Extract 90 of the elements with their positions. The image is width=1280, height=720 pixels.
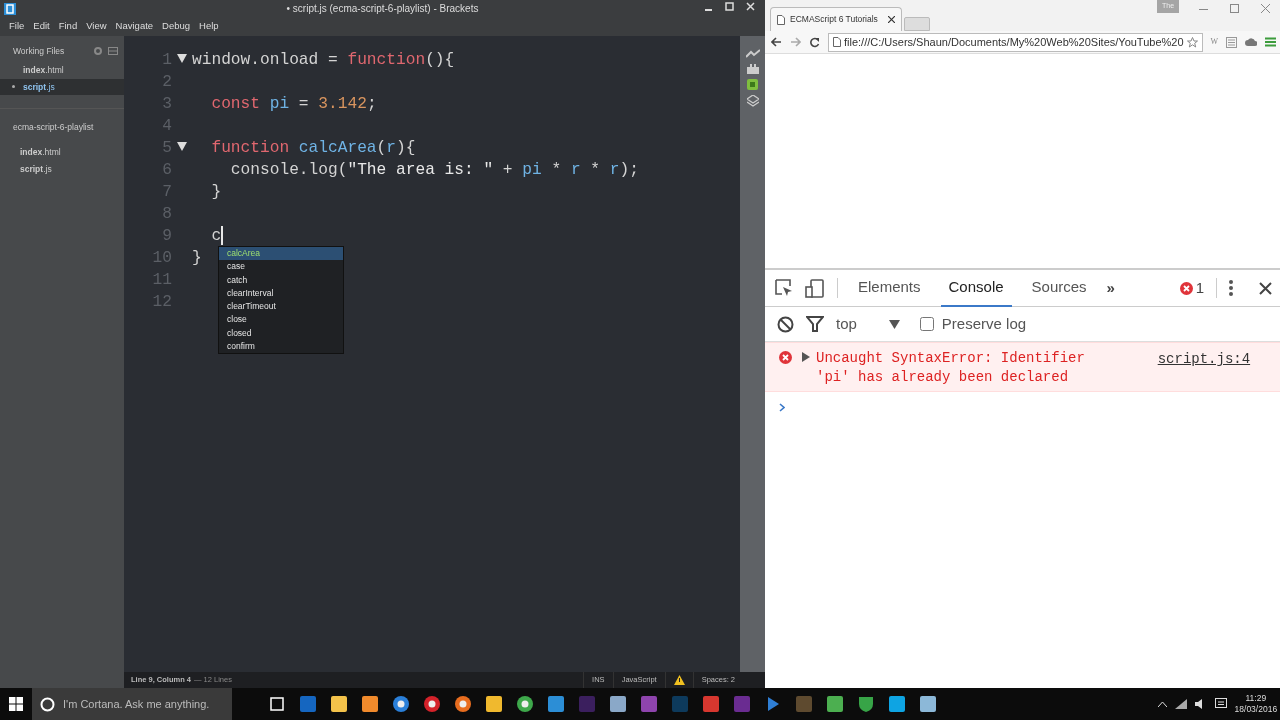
app-icon[interactable] [888, 695, 906, 713]
browser-icon[interactable] [516, 695, 534, 713]
search-placeholder: I'm Cortana. Ask me anything. [63, 696, 210, 712]
close-icon[interactable] [888, 16, 895, 23]
tree-node[interactable]: index.html [0, 144, 124, 161]
dropdown-arrow-icon[interactable] [888, 319, 900, 329]
maximize-icon[interactable] [1230, 4, 1240, 13]
plug-icon[interactable] [746, 64, 759, 74]
task-view-icon[interactable] [268, 695, 286, 713]
browser-icon[interactable] [423, 695, 441, 713]
checkbox-label[interactable]: Preserve log [941, 312, 1027, 336]
star-icon[interactable] [1186, 36, 1198, 48]
app-icon[interactable] [609, 695, 627, 713]
code-line: c [210, 225, 223, 248]
clock-time[interactable]: 11:29 [1234, 693, 1278, 704]
extension-label[interactable]: W [1210, 36, 1219, 48]
circle-icon [40, 696, 55, 712]
code-line: function calcArea(r){ [210, 137, 416, 159]
error-message: Uncaught SyntaxError: Identifier 'pi' has already been declared [816, 349, 1086, 387]
tree-node[interactable]: script.js [0, 160, 124, 178]
lightning-icon[interactable] [745, 49, 760, 59]
app-icon[interactable] [485, 695, 503, 713]
suggestion-item[interactable]: clearInterval [219, 286, 343, 301]
list-icon[interactable] [1226, 36, 1238, 48]
suggestion-item[interactable]: confirm [219, 340, 343, 354]
menu-item[interactable]: Edit [33, 19, 50, 34]
suggestion-item[interactable]: close [219, 313, 343, 327]
prompt-icon [779, 402, 785, 412]
page-icon [833, 37, 841, 47]
devtools-tab[interactable]: Sources [1023, 269, 1095, 307]
more-tabs-button[interactable]: » [1106, 276, 1115, 300]
split-icon[interactable] [108, 47, 118, 56]
search-field[interactable]: I'm Cortana. Ask me anything. [32, 688, 232, 720]
section-title: Working Files [13, 45, 65, 58]
suggestion-item[interactable]: case [219, 260, 343, 274]
devtools-tab[interactable]: Elements [850, 269, 929, 307]
devtools-tab[interactable]: Console [940, 269, 1012, 307]
context-dropdown[interactable]: top [836, 312, 857, 336]
code-line: window.onload = function(){ [192, 49, 455, 71]
open-document[interactable]: index.html [0, 61, 124, 79]
source-link[interactable]: script.js:4 [1157, 349, 1251, 387]
address-bar[interactable]: file:///C:/Users/Shaun/Documents/My%20Web%20Sites/YouTube%20 [828, 32, 1203, 52]
shield-icon[interactable] [857, 695, 875, 713]
suggestion-item[interactable]: catch [219, 273, 343, 287]
menu-item[interactable]: View [86, 19, 107, 34]
expand-arrow-icon[interactable] [802, 352, 810, 362]
code-line: } [210, 181, 222, 203]
error-count[interactable]: 1 [1195, 276, 1205, 300]
clear-icon[interactable] [777, 315, 794, 333]
browser-icon[interactable] [454, 695, 472, 713]
code-line: } [192, 247, 202, 269]
chevron-up-icon[interactable] [1157, 701, 1167, 707]
menu-item[interactable]: Navigate [115, 19, 154, 34]
settings-icon[interactable] [94, 47, 102, 56]
device-icon[interactable] [805, 278, 825, 298]
filter-icon[interactable] [806, 316, 824, 332]
browser-icon[interactable] [392, 695, 410, 713]
suggestion-item[interactable]: calcArea [219, 247, 343, 261]
app-logo-icon [4, 3, 16, 15]
notification-icon[interactable] [1214, 698, 1227, 710]
suggestion-item[interactable]: closed [219, 326, 343, 341]
page-icon [777, 14, 785, 25]
suggestion-item[interactable]: clearTimeout [219, 300, 343, 314]
inspect-icon[interactable] [775, 279, 793, 297]
close-icon[interactable] [1259, 281, 1273, 295]
menu-icon[interactable] [1265, 37, 1277, 47]
error-icon[interactable] [1179, 281, 1193, 295]
menu-item[interactable]: Find [58, 19, 78, 34]
tab-title: ECMAScript 6 Tutorials [790, 13, 879, 26]
menu-item[interactable]: Help [199, 19, 219, 34]
open-document[interactable]: script.js [0, 78, 124, 96]
network-icon[interactable] [1174, 699, 1187, 709]
warning-icon[interactable] [673, 675, 685, 685]
preserve-log-checkbox[interactable] [919, 317, 934, 331]
windows-logo-icon[interactable] [9, 697, 23, 711]
menu-item[interactable]: File [9, 19, 25, 34]
error-icon [779, 351, 792, 364]
menu-item[interactable]: Debug [162, 19, 191, 34]
app-icon[interactable] [919, 695, 937, 713]
code-line: const pi = 3.142; [210, 93, 377, 115]
back-icon[interactable] [771, 37, 782, 47]
more-options-icon[interactable] [1229, 280, 1234, 296]
code-line: console.log("The area is: " + pi * r * r); [229, 159, 639, 181]
layers-icon[interactable] [746, 95, 759, 107]
project-title[interactable]: ecma-script-6-playlist [0, 121, 124, 144]
reload-icon[interactable] [809, 36, 820, 48]
clock-date[interactable]: 18/03/2016 [1234, 704, 1278, 715]
app-icon[interactable] [826, 695, 844, 713]
browser-tab[interactable]: ECMAScript 6 Tutorials [770, 7, 902, 31]
window-title: • script.js (ecma-script-6-playlist) - Brackets [286, 2, 479, 16]
